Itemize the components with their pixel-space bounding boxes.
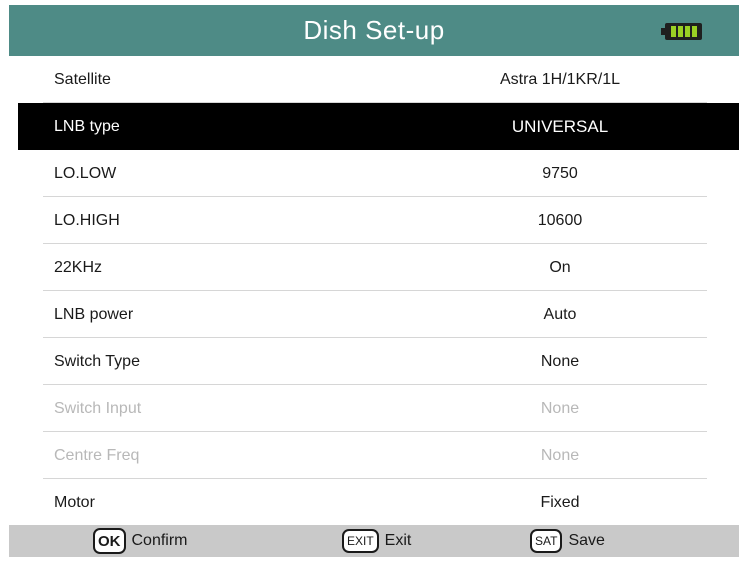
exit-hint[interactable]: EXIT Exit (342, 525, 411, 557)
exit-label: Exit (384, 532, 412, 549)
row-value: Astra 1H/1KR/1L (499, 70, 621, 88)
row-lo-high[interactable]: LO.HIGH 10600 (9, 197, 739, 244)
row-centre-freq: Centre Freq None (9, 432, 739, 479)
row-lnb-power[interactable]: LNB power Auto (9, 291, 739, 338)
battery-icon (661, 23, 704, 40)
row-value: 9750 (542, 164, 578, 182)
row-value: None (540, 446, 580, 464)
row-label: LO.LOW (54, 164, 117, 182)
row-value: UNIVERSAL (511, 116, 609, 136)
row-lo-low[interactable]: LO.LOW 9750 (9, 150, 739, 197)
settings-list: Satellite Astra 1H/1KR/1L LNB type UNIVE… (9, 56, 739, 526)
dish-setup-screen: Dish Set-up Satellite Astra 1H/1KR/1L LN… (9, 5, 739, 557)
row-motor[interactable]: Motor Fixed (9, 479, 739, 526)
row-value: 10600 (537, 211, 583, 229)
row-label: Centre Freq (54, 446, 140, 464)
row-22khz[interactable]: 22KHz On (9, 244, 739, 291)
row-switch-type[interactable]: Switch Type None (9, 338, 739, 385)
row-label: Motor (54, 493, 95, 511)
row-switch-input: Switch Input None (9, 385, 739, 432)
row-label: LNB power (54, 305, 134, 323)
row-label: Switch Input (54, 399, 142, 417)
row-lnb-type[interactable]: LNB type UNIVERSAL (18, 103, 739, 150)
row-value: On (549, 258, 571, 276)
footer-hints: OK Confirm EXIT Exit SAT Save (9, 525, 739, 557)
page-title: Dish Set-up (303, 15, 445, 45)
confirm-hint[interactable]: OK Confirm (93, 525, 188, 557)
ok-key-icon: OK (93, 528, 126, 554)
row-value: Fixed (540, 493, 580, 511)
row-label: Satellite (54, 70, 111, 88)
row-value: None (540, 399, 580, 417)
confirm-label: Confirm (131, 532, 188, 549)
row-label: LO.HIGH (54, 211, 120, 229)
row-label: Switch Type (54, 352, 140, 370)
row-label: 22KHz (54, 258, 103, 276)
row-value: Auto (543, 305, 577, 323)
header-bar: Dish Set-up (9, 5, 739, 56)
row-label: LNB type (54, 117, 120, 135)
save-label: Save (568, 532, 605, 549)
row-value: None (540, 352, 580, 370)
exit-key-icon: EXIT (342, 529, 379, 553)
row-satellite[interactable]: Satellite Astra 1H/1KR/1L (9, 56, 739, 103)
sat-key-icon: SAT (530, 529, 563, 553)
save-hint[interactable]: SAT Save (530, 525, 605, 557)
